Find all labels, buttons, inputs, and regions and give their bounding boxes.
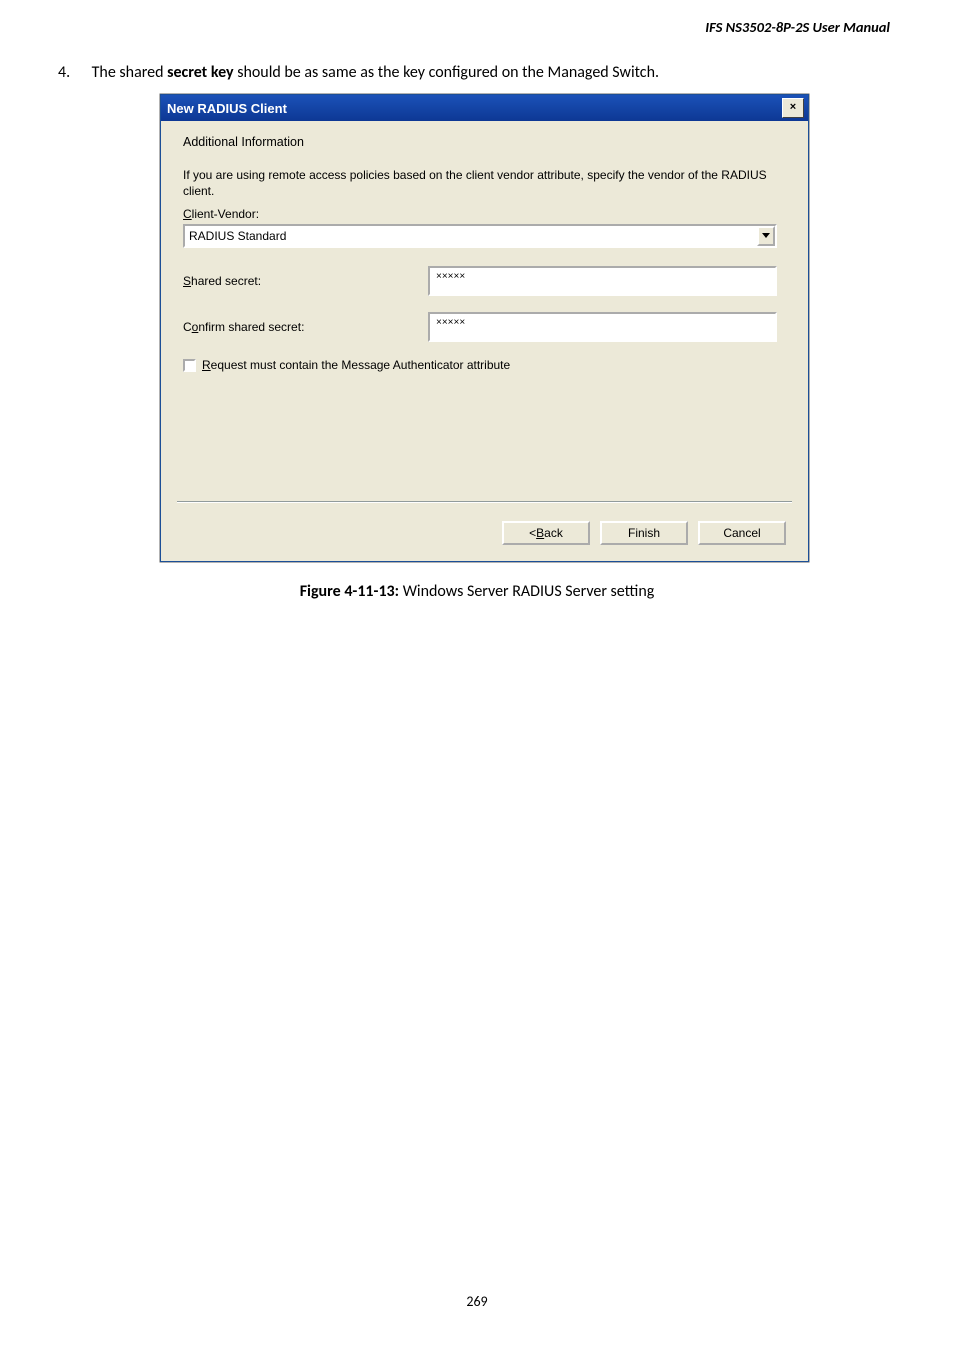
back-button-post: ack xyxy=(544,526,563,540)
step-text-post: should be as same as the key configured … xyxy=(234,63,659,82)
chevron-down-icon xyxy=(762,233,770,239)
back-button[interactable]: < Back xyxy=(502,521,590,545)
document-header: IFS NS3502-8P-2S User Manual xyxy=(705,18,890,36)
step-text-bold: secret key xyxy=(167,63,233,82)
step-text: 4. The shared secret key should be as sa… xyxy=(58,62,896,84)
client-vendor-label-rest: lient-Vendor: xyxy=(192,207,259,221)
step-number: 4. xyxy=(58,62,88,84)
dropdown-arrow-button[interactable] xyxy=(757,226,775,246)
new-radius-client-dialog: New RADIUS Client × Additional Informati… xyxy=(160,94,809,562)
dialog-divider xyxy=(177,501,792,503)
access-key-r: R xyxy=(202,358,211,372)
finish-button[interactable]: Finish xyxy=(600,521,688,545)
authenticator-label-rest: equest must contain the Message Authenti… xyxy=(211,358,511,372)
shared-secret-value: ××××× xyxy=(436,271,465,282)
dialog-body: Additional Information If you are using … xyxy=(161,121,808,382)
shared-secret-label-rest: hared secret: xyxy=(191,274,261,288)
dialog-info-text: If you are using remote access policies … xyxy=(183,167,786,199)
client-vendor-label: Client-Vendor: xyxy=(183,207,786,221)
shared-secret-label: Shared secret: xyxy=(183,274,428,288)
dropdown-selected-value: RADIUS Standard xyxy=(189,229,757,243)
figure-caption-text: Windows Server RADIUS Server setting xyxy=(399,582,654,601)
access-key-s: S xyxy=(183,274,191,288)
dialog-subheading: Additional Information xyxy=(183,135,786,149)
access-key-c: C xyxy=(183,207,192,221)
authenticator-checkbox-row: Request must contain the Message Authent… xyxy=(183,358,786,372)
confirm-label-rest: nfirm shared secret: xyxy=(198,320,304,334)
figure-number: Figure 4-11-13: xyxy=(300,582,399,601)
page-number: 269 xyxy=(0,1293,954,1310)
confirm-label-pre: C xyxy=(183,320,192,334)
authenticator-checkbox[interactable] xyxy=(183,359,196,372)
dialog-titlebar: New RADIUS Client × xyxy=(161,95,808,121)
confirm-secret-label: Confirm shared secret: xyxy=(183,320,428,334)
back-button-pre: < xyxy=(529,526,536,540)
dialog-title: New RADIUS Client xyxy=(167,101,782,116)
dialog-button-row: < Back Finish Cancel xyxy=(502,521,786,545)
close-button[interactable]: × xyxy=(782,98,804,118)
step-text-pre: The shared xyxy=(92,63,167,82)
cancel-button[interactable]: Cancel xyxy=(698,521,786,545)
confirm-secret-value: ××××× xyxy=(436,317,465,328)
shared-secret-input[interactable]: ××××× xyxy=(428,266,777,296)
access-key-b: B xyxy=(536,526,544,540)
figure-caption: Figure 4-11-13: Windows Server RADIUS Se… xyxy=(0,582,954,601)
client-vendor-dropdown[interactable]: RADIUS Standard xyxy=(183,224,777,248)
close-icon: × xyxy=(790,101,796,113)
confirm-secret-input[interactable]: ××××× xyxy=(428,312,777,342)
authenticator-checkbox-label: Request must contain the Message Authent… xyxy=(202,358,510,372)
